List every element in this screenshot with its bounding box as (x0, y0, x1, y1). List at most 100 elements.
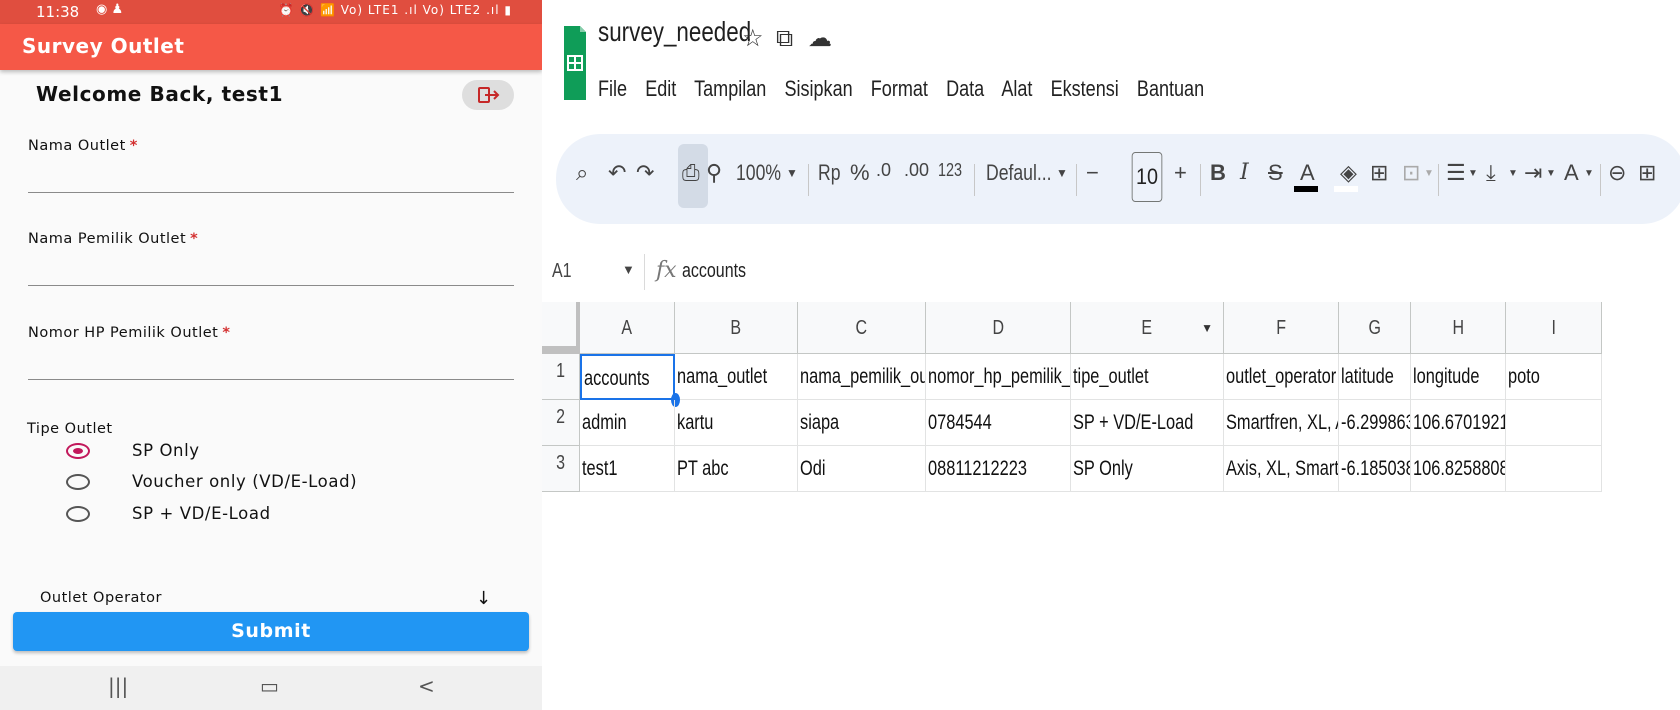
bold-button[interactable]: B (1210, 160, 1226, 186)
radio-unselected-icon[interactable] (66, 506, 90, 522)
print-icon[interactable]: ⎙ (682, 160, 700, 186)
home-icon[interactable]: ▭ (260, 674, 279, 698)
chevron-down-icon[interactable]: ▼ (1584, 168, 1594, 179)
zoom-select[interactable]: 100% (736, 160, 781, 186)
chevron-down-icon[interactable]: ▼ (786, 166, 798, 180)
menu-edit[interactable]: Edit (645, 76, 676, 101)
back-icon[interactable]: < (418, 674, 435, 698)
horizontal-align-icon[interactable]: ☰ (1446, 160, 1466, 186)
vertical-align-icon[interactable]: ⤓ (1486, 160, 1496, 186)
more-formats-button[interactable]: 123 (938, 160, 962, 181)
column-header-f[interactable]: F (1224, 302, 1339, 354)
column-header-e[interactable]: E ▼ (1071, 302, 1224, 354)
column-header-i[interactable]: I (1506, 302, 1602, 354)
cell-h1[interactable]: longitude (1411, 354, 1506, 400)
chevron-down-icon[interactable]: ▼ (1424, 168, 1434, 179)
cell-i2[interactable] (1506, 400, 1602, 446)
select-all-corner[interactable] (542, 302, 580, 354)
chevron-down-icon[interactable]: ▼ (1508, 168, 1518, 179)
chevron-down-icon[interactable]: ▼ (1468, 168, 1478, 179)
text-wrapping-icon[interactable]: ⇥ (1524, 160, 1542, 186)
cloud-status-icon[interactable]: ☁ (808, 24, 832, 52)
borders-icon[interactable]: ⊞ (1370, 160, 1388, 186)
font-family-select[interactable]: Defaul... (986, 160, 1052, 186)
arrow-down-icon[interactable]: ↓ (476, 588, 491, 609)
cell-b1[interactable]: nama_outlet (675, 354, 798, 400)
font-size-input[interactable]: 10 (1131, 152, 1163, 202)
radio-sp-vd[interactable]: SP + VD/E-Load (66, 503, 486, 527)
cell-f1[interactable]: outlet_operator (1224, 354, 1339, 400)
fill-color-icon[interactable]: ◈ (1340, 160, 1357, 186)
row-header[interactable]: 3 (542, 446, 580, 492)
search-icon[interactable]: ⌕ (576, 160, 588, 186)
cell-e3[interactable]: SP Only (1071, 446, 1224, 492)
undo-icon[interactable]: ↶ (608, 160, 626, 186)
chevron-down-icon[interactable]: ▼ (622, 262, 635, 277)
radio-voucher-only[interactable]: Voucher only (VD/E-Load) (66, 471, 486, 495)
cell-i1[interactable]: poto (1506, 354, 1602, 400)
paint-format-icon[interactable]: ⚲ (706, 160, 722, 186)
logout-button[interactable] (462, 80, 514, 110)
cell-g2[interactable]: -6.2998639 (1339, 400, 1411, 446)
cell-c1[interactable]: nama_pemilik_outlet (798, 354, 926, 400)
chevron-down-icon[interactable]: ▼ (1056, 166, 1068, 180)
cell-a2[interactable]: admin (580, 400, 675, 446)
cell-e2[interactable]: SP + VD/E-Load (1071, 400, 1224, 446)
radio-selected-icon[interactable] (66, 443, 90, 459)
menu-view[interactable]: Tampilan (694, 76, 766, 101)
cell-b3[interactable]: PT abc (675, 446, 798, 492)
cell-g3[interactable]: -6.1850384 (1339, 446, 1411, 492)
column-header-c[interactable]: C (798, 302, 926, 354)
insert-comment-icon[interactable]: ⊞ (1638, 160, 1656, 186)
menu-tools[interactable]: Alat (1001, 76, 1032, 101)
column-header-g[interactable]: G (1339, 302, 1411, 354)
row-header[interactable]: 1 (542, 354, 580, 400)
strikethrough-icon[interactable]: S (1268, 160, 1283, 186)
cell-f3[interactable]: Axis, XL, Smartfren (1224, 446, 1339, 492)
cell-d2[interactable]: 0784544 (926, 400, 1071, 446)
submit-button[interactable]: Submit (13, 612, 529, 651)
percent-format-button[interactable]: % (850, 160, 870, 186)
radio-unselected-icon[interactable] (66, 474, 90, 490)
cell-d3[interactable]: 08811212223 (926, 446, 1071, 492)
decrease-decimal-button[interactable]: .0 (876, 160, 891, 181)
menu-insert[interactable]: Sisipkan (784, 76, 852, 101)
currency-format-button[interactable]: Rp (818, 160, 841, 186)
nama-outlet-input[interactable] (28, 192, 514, 193)
column-header-b[interactable]: B (675, 302, 798, 354)
recents-icon[interactable]: ||| (108, 674, 128, 698)
row-header[interactable]: 2 (542, 400, 580, 446)
redo-icon[interactable]: ↷ (636, 160, 654, 186)
radio-sp-only[interactable]: SP Only (66, 440, 486, 464)
formula-input[interactable]: accounts (682, 260, 746, 283)
cell-f2[interactable]: Smartfren, XL, Axis (1224, 400, 1339, 446)
cell-g1[interactable]: latitude (1339, 354, 1411, 400)
cell-h2[interactable]: 106.6701921 (1411, 400, 1506, 446)
cell-a3[interactable]: test1 (580, 446, 675, 492)
italic-button[interactable]: I (1240, 160, 1249, 185)
cell-b2[interactable]: kartu (675, 400, 798, 446)
cell-i3[interactable] (1506, 446, 1602, 492)
insert-link-icon[interactable]: ⊖ (1608, 160, 1626, 186)
name-box[interactable]: A1 (552, 260, 572, 283)
document-title[interactable]: survey_needed (598, 16, 751, 48)
increase-decimal-button[interactable]: .00 (904, 160, 929, 181)
menu-data[interactable]: Data (946, 76, 984, 101)
menu-help[interactable]: Bantuan (1137, 76, 1204, 101)
column-header-d[interactable]: D (926, 302, 1071, 354)
decrease-font-size-button[interactable]: − (1086, 160, 1099, 186)
column-header-h[interactable]: H (1411, 302, 1506, 354)
spreadsheet-grid[interactable]: A B C D E ▼ F G H I 1 accounts nama_outle… (542, 302, 1680, 492)
text-color-button[interactable]: A (1300, 160, 1315, 186)
column-header-a[interactable]: A (580, 302, 675, 354)
nama-pemilik-input[interactable] (28, 285, 514, 286)
menu-format[interactable]: Format (871, 76, 928, 101)
move-folder-icon[interactable]: ⧉ (776, 24, 793, 52)
cell-d1[interactable]: nomor_hp_pemilik_outlet (926, 354, 1071, 400)
menu-extensions[interactable]: Ekstensi (1051, 76, 1119, 101)
chevron-down-icon[interactable]: ▼ (1546, 168, 1556, 179)
cell-c3[interactable]: Odi (798, 446, 926, 492)
merge-cells-icon[interactable]: ⊡ (1402, 160, 1420, 186)
cell-e1[interactable]: tipe_outlet (1071, 354, 1224, 400)
cell-c2[interactable]: siapa (798, 400, 926, 446)
